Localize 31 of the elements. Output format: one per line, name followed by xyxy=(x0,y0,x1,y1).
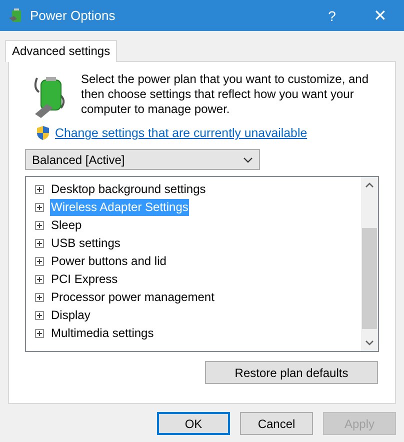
tree-item[interactable]: PCI Express xyxy=(50,270,119,288)
window-title: Power Options xyxy=(30,8,116,23)
restore-defaults-button[interactable]: Restore plan defaults xyxy=(205,361,378,384)
expand-icon[interactable] xyxy=(35,292,44,302)
plan-dropdown[interactable]: Balanced [Active] xyxy=(25,149,260,170)
help-button[interactable]: ? xyxy=(322,8,342,24)
expand-icon[interactable] xyxy=(35,328,44,338)
shield-icon xyxy=(36,125,50,141)
intro-text: Select the power plan that you want to customize, and then choose settings that reflect how you want your computer to manage power. xyxy=(81,72,370,117)
expand-icon[interactable] xyxy=(35,238,44,248)
app-icon xyxy=(8,8,24,24)
tab[interactable]: Advanced settings xyxy=(5,40,118,62)
expand-icon[interactable] xyxy=(35,220,44,230)
tree-item[interactable]: Multimedia settings xyxy=(50,324,155,342)
close-button[interactable]: ✕ xyxy=(370,6,390,26)
tree-item[interactable]: Processor power management xyxy=(50,288,216,306)
tree-item[interactable]: Sleep xyxy=(50,216,83,234)
expand-icon[interactable] xyxy=(35,256,44,266)
tree-item[interactable]: USB settings xyxy=(50,234,122,252)
tree-item[interactable]: Display xyxy=(50,306,92,324)
expand-icon[interactable] xyxy=(35,310,44,320)
expand-icon[interactable] xyxy=(35,202,44,212)
tree-item[interactable]: Desktop background settings xyxy=(50,180,207,198)
ok-button[interactable]: OK xyxy=(157,412,230,435)
tree-item[interactable]: Power buttons and lid xyxy=(50,252,168,270)
scrollbar-thumb[interactable] xyxy=(362,228,377,329)
cancel-button[interactable]: Cancel xyxy=(240,412,313,435)
expand-icon[interactable] xyxy=(35,184,44,194)
change-settings-link[interactable]: Change settings that are currently unavailable xyxy=(55,126,308,140)
chevron-down-icon xyxy=(243,156,253,162)
expand-icon[interactable] xyxy=(35,274,44,284)
